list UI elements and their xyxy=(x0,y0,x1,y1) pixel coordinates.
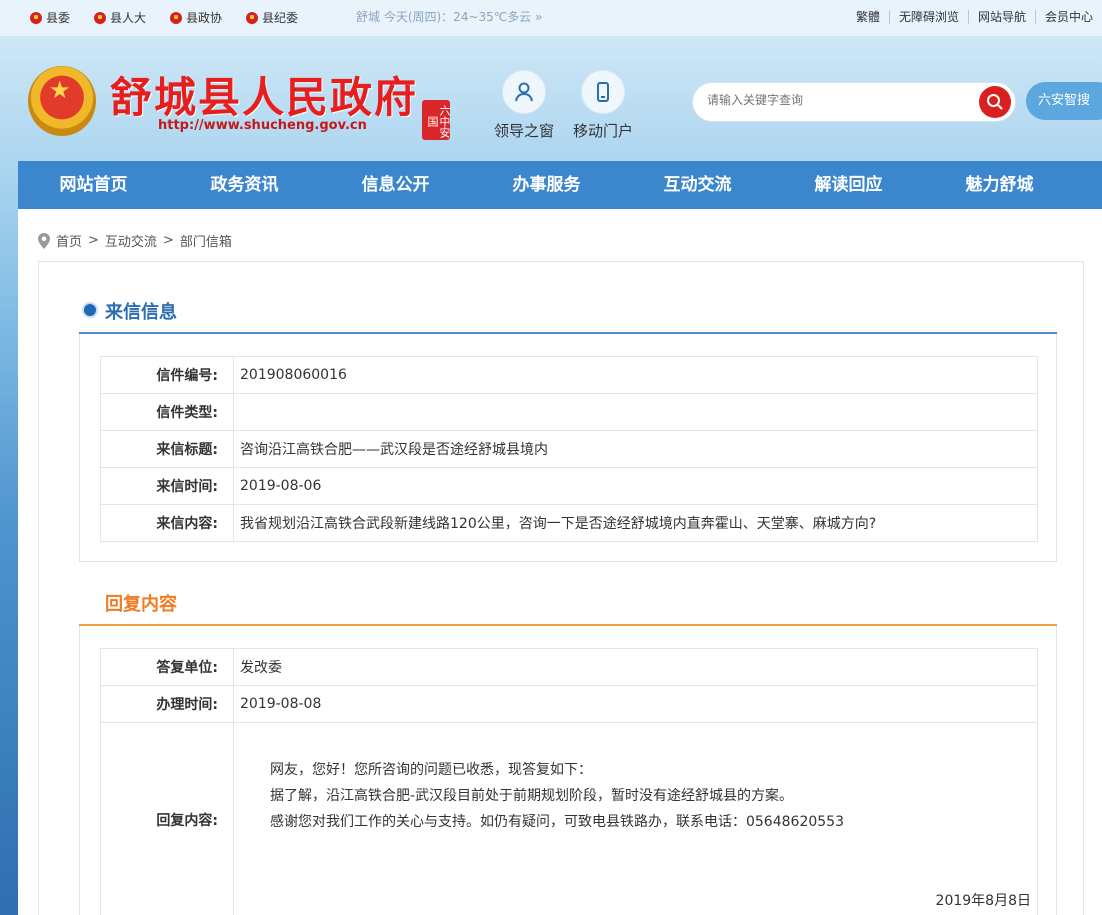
letter-section-title: 来信信息 xyxy=(105,302,177,323)
table-row: 信件编号: 201908060016 xyxy=(100,356,1038,394)
letter-number-value: 201908060016 xyxy=(233,356,1038,394)
nav-item-news[interactable]: 政务资讯 xyxy=(169,161,320,209)
top-link-label: 县政协 xyxy=(186,11,223,25)
accessibility-link[interactable]: 无障碍浏览 xyxy=(888,10,968,24)
letter-type-value xyxy=(233,393,1038,431)
nav-item-charm-shucheng[interactable]: 魅力舒城 xyxy=(924,161,1075,209)
table-row: 答复单位: 发改委 xyxy=(100,648,1038,686)
nav-item-interpretation[interactable]: 解读回应 xyxy=(773,161,924,209)
seal-stamp: 六中安国 xyxy=(422,100,451,140)
letter-time-value: 2019-08-06 xyxy=(233,467,1038,505)
breadcrumb-home[interactable]: 首页 xyxy=(56,231,82,250)
site-header: 舒城县人民政府 http://www.shucheng.gov.cn 六中安国 … xyxy=(18,36,1102,161)
national-emblem-logo xyxy=(28,66,96,136)
table-row: 办理时间: 2019-08-08 xyxy=(100,685,1038,723)
letter-info-box: 信件编号: 201908060016 信件类型: 来信标题: 咨询沿江高铁合肥—… xyxy=(79,334,1057,562)
table-row: 信件类型: xyxy=(100,393,1038,431)
letter-info-table: 信件编号: 201908060016 信件类型: 来信标题: 咨询沿江高铁合肥—… xyxy=(100,356,1038,542)
content-panel: 来信信息 信件编号: 201908060016 信件类型: 来信标题: 咨询沿江… xyxy=(38,261,1084,915)
reply-line: 感谢您对我们工作的关心与支持。如仍有疑问，可致电县铁路办，联系电话：056486… xyxy=(270,814,844,830)
top-link-label: 县人大 xyxy=(110,11,147,25)
breadcrumb-interaction[interactable]: 互动交流 xyxy=(105,231,157,250)
top-links: 县委 县人大 县政协 县纪委 xyxy=(30,9,298,26)
breadcrumb: 首页 > 互动交流 > 部门信箱 xyxy=(38,231,232,250)
top-link-county-committee[interactable]: 县委 xyxy=(30,9,70,26)
traditional-chinese-link[interactable]: 繁體 xyxy=(847,10,889,24)
site-nav-link[interactable]: 网站导航 xyxy=(967,10,1035,24)
reply-section-header: 回复内容 xyxy=(79,588,1057,626)
party-emblem-icon xyxy=(30,11,42,24)
reply-line: 据了解，沿江高铁合肥-武汉段目前处于前期规划阶段，暂时没有途经舒城县的方案。 xyxy=(270,788,794,804)
nav-item-services[interactable]: 办事服务 xyxy=(471,161,622,209)
site-url: http://www.shucheng.gov.cn xyxy=(158,118,367,133)
breadcrumb-separator: > xyxy=(88,233,99,248)
top-link-peoples-congress[interactable]: 县人大 xyxy=(94,9,146,26)
person-icon xyxy=(502,70,546,114)
table-row: 来信时间: 2019-08-06 xyxy=(100,467,1038,505)
letter-number-label: 信件编号: xyxy=(100,356,234,394)
reply-unit-value: 发改委 xyxy=(233,648,1038,686)
nav-item-disclosure[interactable]: 信息公开 xyxy=(320,161,471,209)
reply-section-title: 回复内容 xyxy=(105,594,177,615)
nav-item-interaction[interactable]: 互动交流 xyxy=(622,161,773,209)
reply-time-value: 2019-08-08 xyxy=(233,685,1038,723)
letter-title-value: 咨询沿江高铁合肥——武汉段是否途经舒城县境内 xyxy=(233,430,1038,468)
table-row: 来信内容: 我省规划沿江高铁合武段新建线路120公里，咨询一下是否途经舒城境内直… xyxy=(100,504,1038,542)
top-link-cppcc[interactable]: 县政协 xyxy=(170,9,222,26)
search-input[interactable] xyxy=(707,93,957,107)
search-box xyxy=(692,82,1016,122)
letter-type-label: 信件类型: xyxy=(100,393,234,431)
member-center-link[interactable]: 会员中心 xyxy=(1034,10,1102,24)
weather-info: 舒城 今天(周四)：24~35℃多云 » xyxy=(356,10,543,24)
reply-date: 2019年8月8日 xyxy=(935,893,1031,909)
site-title[interactable]: 舒城县人民政府 xyxy=(110,64,418,125)
top-link-discipline[interactable]: 县纪委 xyxy=(246,9,298,26)
letter-section-header: 来信信息 xyxy=(79,296,1057,334)
table-row: 来信标题: 咨询沿江高铁合肥——武汉段是否途经舒城县境内 xyxy=(100,430,1038,468)
letter-title-label: 来信标题: xyxy=(100,430,234,468)
quick-link-label: 领导之窗 xyxy=(493,122,554,140)
reply-content-label: 回复内容: xyxy=(100,722,234,915)
letter-content-value: 我省规划沿江高铁合武段新建线路120公里，咨询一下是否途经舒城境内直奔霍山、天堂… xyxy=(233,504,1038,542)
top-right-links: 繁體 无障碍浏览 网站导航 会员中心 xyxy=(847,10,1102,24)
national-emblem-icon xyxy=(170,11,183,24)
party-emblem-icon xyxy=(94,11,107,24)
top-link-label: 县委 xyxy=(46,11,71,25)
nav-item-home[interactable]: 网站首页 xyxy=(18,161,169,209)
breadcrumb-separator: > xyxy=(162,233,174,248)
quick-link-label: 移动门户 xyxy=(572,122,633,140)
letter-time-label: 来信时间: xyxy=(100,467,234,505)
top-bar: 县委 县人大 县政协 县纪委 舒城 今天(周四)：24~35℃多云 » 繁體 无… xyxy=(0,0,1102,36)
breadcrumb-department-mailbox[interactable]: 部门信箱 xyxy=(180,231,232,250)
table-row: 回复内容: 网友，您好！您所咨询的问题已收悉，现答复如下： 据了解，沿江高铁合肥… xyxy=(100,722,1038,915)
reply-time-label: 办理时间: xyxy=(100,685,234,723)
location-pin-icon xyxy=(38,232,50,249)
reply-content-text: 网友，您好！您所咨询的问题已收悉，现答复如下： 据了解，沿江高铁合肥-武汉段目前… xyxy=(270,757,844,835)
letter-content-label: 来信内容: xyxy=(100,504,234,542)
search-icon xyxy=(987,94,1003,110)
mobile-portal-link[interactable]: 移动门户 xyxy=(563,70,643,141)
leaders-window-link[interactable]: 领导之窗 xyxy=(484,70,564,141)
search-button[interactable] xyxy=(979,86,1011,118)
reply-info-box: 答复单位: 发改委 办理时间: 2019-08-08 回复内容: 网友，您好！您… xyxy=(79,626,1057,915)
party-emblem-icon xyxy=(246,11,259,24)
reply-line: 网友，您好！您所咨询的问题已收悉，现答复如下： xyxy=(270,762,592,778)
page-body: 首页 > 互动交流 > 部门信箱 来信信息 信件编号: 201908060016… xyxy=(18,209,1102,915)
mobile-icon xyxy=(581,70,625,114)
liuan-smart-search-button[interactable]: 六安智搜 xyxy=(1026,82,1102,120)
reply-info-table: 答复单位: 发改委 办理时间: 2019-08-08 回复内容: 网友，您好！您… xyxy=(100,648,1038,915)
reply-unit-label: 答复单位: xyxy=(100,648,234,686)
reply-content-cell: 网友，您好！您所咨询的问题已收悉，现答复如下： 据了解，沿江高铁合肥-武汉段目前… xyxy=(233,722,1038,915)
bullet-icon xyxy=(84,304,96,316)
main-nav: 网站首页 政务资讯 信息公开 办事服务 互动交流 解读回应 魅力舒城 xyxy=(18,161,1102,209)
top-link-label: 县纪委 xyxy=(262,11,299,25)
